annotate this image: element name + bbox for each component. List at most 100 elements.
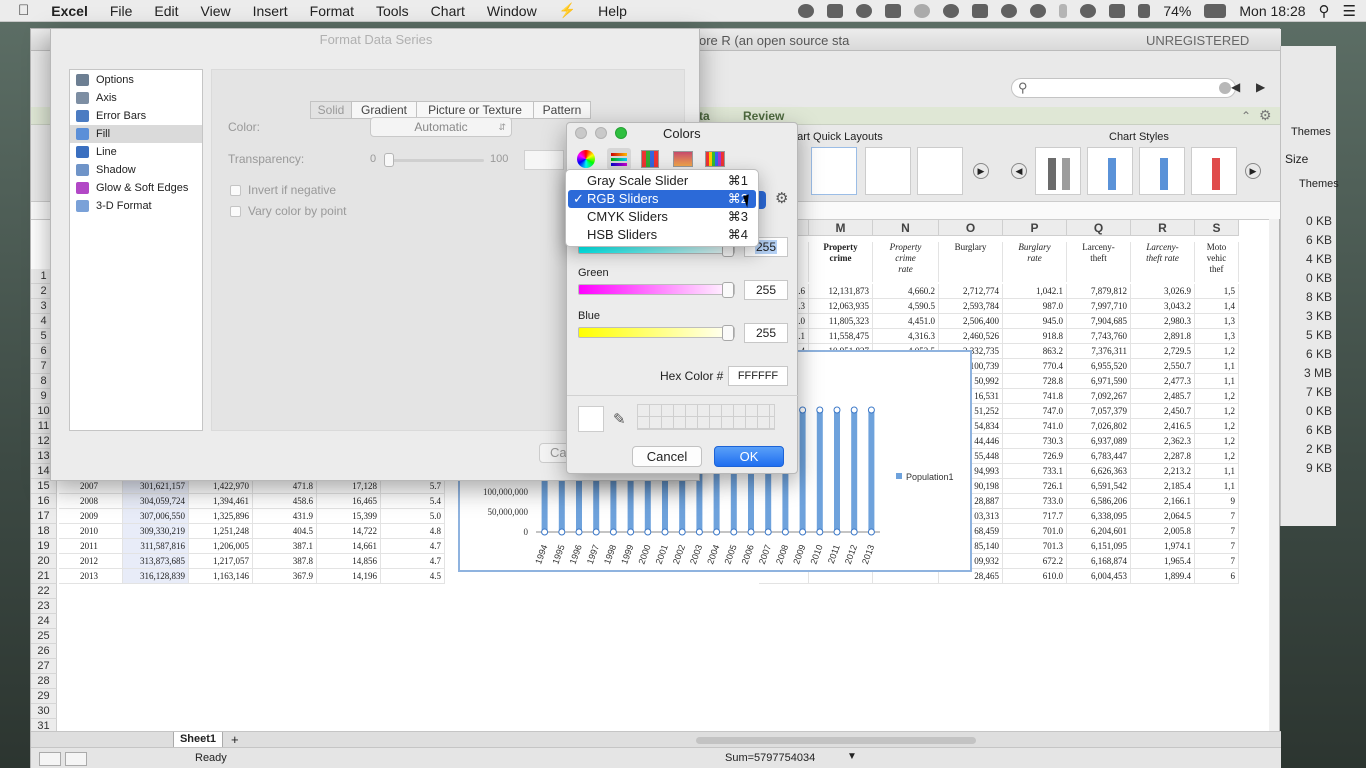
clock[interactable]: Mon 18:28: [1239, 3, 1305, 19]
table-cell[interactable]: 3,043.2: [1131, 299, 1195, 314]
slider-settings-gear-icon[interactable]: ⚙: [775, 189, 788, 207]
zoom-icon[interactable]: [615, 127, 627, 139]
category-item-line[interactable]: Line: [70, 143, 202, 161]
table-cell[interactable]: 1,325,896: [189, 509, 253, 524]
current-color-well[interactable]: [578, 406, 604, 432]
row-header[interactable]: 24: [31, 614, 57, 629]
row-header[interactable]: 27: [31, 659, 57, 674]
table-cell[interactable]: 7,026,802: [1067, 419, 1131, 434]
table-cell[interactable]: 14,196: [317, 569, 381, 584]
table-cell[interactable]: 7: [1195, 524, 1239, 539]
row-header[interactable]: 18: [31, 524, 57, 539]
table-cell[interactable]: 431.9: [253, 509, 317, 524]
table-cell[interactable]: 458.6: [253, 494, 317, 509]
cloud-icon[interactable]: [943, 4, 960, 18]
table-cell[interactable]: 747.0: [1003, 404, 1067, 419]
table-cell[interactable]: 7: [1195, 509, 1239, 524]
green-slider[interactable]: [578, 282, 735, 298]
table-cell[interactable]: 1,394,461: [189, 494, 253, 509]
table-cell[interactable]: 5.0: [381, 509, 445, 524]
table-cell[interactable]: 726.1: [1003, 479, 1067, 494]
menu-item-gray-scale[interactable]: Gray Scale Slider ⌘1: [568, 172, 756, 190]
table-cell[interactable]: 2,460,526: [939, 329, 1003, 344]
table-cell[interactable]: 2,891.8: [1131, 329, 1195, 344]
category-item-3-d-format[interactable]: 3-D Format: [70, 197, 202, 215]
row-header[interactable]: 30: [31, 704, 57, 719]
ribbon-tab-data[interactable]: ta: [699, 109, 710, 123]
color-wheel-icon[interactable]: [577, 150, 595, 168]
sync-icon[interactable]: [914, 4, 931, 18]
table-cell[interactable]: 2,712,774: [939, 284, 1003, 299]
header-cell[interactable]: Burglary: [939, 242, 1003, 282]
airplay-icon[interactable]: [1109, 4, 1126, 18]
row-header[interactable]: 15: [31, 479, 57, 494]
table-cell[interactable]: 1,965.4: [1131, 554, 1195, 569]
tab-solid[interactable]: Solid: [310, 101, 352, 119]
row-header[interactable]: 19: [31, 539, 57, 554]
table-cell[interactable]: 1,3: [1195, 329, 1239, 344]
table-cell[interactable]: 918.8: [1003, 329, 1067, 344]
quick-layout-3[interactable]: [917, 147, 963, 195]
sheet-tab[interactable]: Sheet1: [173, 732, 223, 748]
table-cell[interactable]: 367.9: [253, 569, 317, 584]
table-cell[interactable]: 610.0: [1003, 569, 1067, 584]
eyedropper-icon[interactable]: ✎: [613, 410, 626, 428]
next-arrow-icon[interactable]: ▶: [1256, 80, 1265, 94]
table-cell[interactable]: 6,955,520: [1067, 359, 1131, 374]
table-cell[interactable]: 733.1: [1003, 464, 1067, 479]
chart-style-2[interactable]: [1087, 147, 1133, 195]
row-header[interactable]: 20: [31, 554, 57, 569]
green-value-field[interactable]: 255: [744, 280, 788, 300]
table-cell[interactable]: 2,064.5: [1131, 509, 1195, 524]
table-cell[interactable]: 4.7: [381, 539, 445, 554]
time-machine-icon[interactable]: [1030, 4, 1047, 18]
table-cell[interactable]: 1,206,005: [189, 539, 253, 554]
color-popup[interactable]: Automatic ⇵: [370, 117, 512, 137]
blue-slider-knob[interactable]: [722, 325, 734, 341]
table-cell[interactable]: 1,217,057: [189, 554, 253, 569]
chart-style-1[interactable]: [1035, 147, 1081, 195]
table-cell[interactable]: 301,621,157: [123, 479, 189, 494]
table-cell[interactable]: 2011: [59, 539, 123, 554]
menu-item-cmyk-sliders[interactable]: CMYK Sliders ⌘3: [568, 208, 756, 226]
helmet-icon[interactable]: [1001, 4, 1018, 18]
table-cell[interactable]: 2,416.5: [1131, 419, 1195, 434]
menu-file[interactable]: File: [99, 3, 144, 19]
table-cell[interactable]: 6: [1195, 569, 1239, 584]
row-header[interactable]: 16: [31, 494, 57, 509]
column-header[interactable]: N: [873, 220, 939, 236]
styles-prev-icon[interactable]: ◀: [1011, 163, 1027, 179]
header-cell[interactable]: Property crime rate: [873, 242, 939, 282]
table-cell[interactable]: 770.4: [1003, 359, 1067, 374]
table-cell[interactable]: 6,004,453: [1067, 569, 1131, 584]
table-cell[interactable]: 15,399: [317, 509, 381, 524]
table-cell[interactable]: 2013: [59, 569, 123, 584]
table-cell[interactable]: 4,316.3: [873, 329, 939, 344]
table-cell[interactable]: 7: [1195, 539, 1239, 554]
table-cell[interactable]: 387.8: [253, 554, 317, 569]
column-header[interactable]: P: [1003, 220, 1067, 236]
quick-layout-2[interactable]: [865, 147, 911, 195]
table-cell[interactable]: 1,1: [1195, 479, 1239, 494]
table-cell[interactable]: 672.2: [1003, 554, 1067, 569]
table-cell[interactable]: 311,587,816: [123, 539, 189, 554]
category-item-shadow[interactable]: Shadow: [70, 161, 202, 179]
table-cell[interactable]: 1,5: [1195, 284, 1239, 299]
header-cell[interactable]: Moto vehic thef: [1195, 242, 1239, 282]
row-header[interactable]: 29: [31, 689, 57, 704]
table-cell[interactable]: 7,997,710: [1067, 299, 1131, 314]
volume-icon[interactable]: [1138, 4, 1151, 18]
table-cell[interactable]: 2,593,784: [939, 299, 1003, 314]
apple-menu-icon[interactable]: : [0, 2, 40, 19]
close-icon[interactable]: [575, 127, 587, 139]
table-cell[interactable]: 863.2: [1003, 344, 1067, 359]
table-cell[interactable]: 7,743,760: [1067, 329, 1131, 344]
table-cell[interactable]: 2,185.4: [1131, 479, 1195, 494]
column-header[interactable]: Q: [1067, 220, 1131, 236]
table-cell[interactable]: 307,006,550: [123, 509, 189, 524]
row-header[interactable]: 22: [31, 584, 57, 599]
table-cell[interactable]: 2,287.8: [1131, 449, 1195, 464]
table-cell[interactable]: 14,856: [317, 554, 381, 569]
quick-layout-1[interactable]: [811, 147, 857, 195]
table-cell[interactable]: 945.0: [1003, 314, 1067, 329]
